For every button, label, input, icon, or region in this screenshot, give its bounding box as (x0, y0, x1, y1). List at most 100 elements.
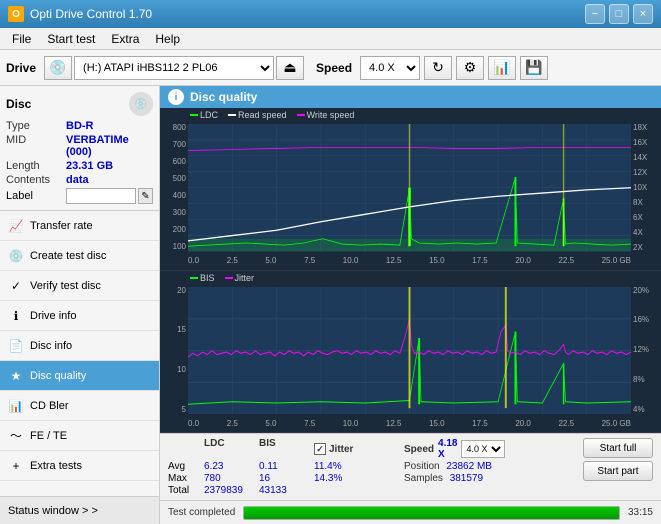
eject-button[interactable]: ⏏ (276, 56, 304, 80)
disc-quality-title: Disc quality (190, 90, 257, 104)
disc-label-input[interactable] (66, 188, 136, 204)
sidebar-item-label: Verify test disc (30, 280, 101, 292)
ldc-total: 2379839 (204, 485, 259, 496)
bis-avg: 0.11 (259, 461, 314, 472)
drive-select[interactable]: (H:) ATAPI iHBS112 2 PL06 (74, 56, 274, 80)
sidebar-item-drive-info[interactable]: ℹ Drive info (0, 301, 159, 331)
disc-label-edit-button[interactable]: ✎ (138, 188, 153, 204)
sidebar-item-cd-bler[interactable]: 📊 CD Bler (0, 391, 159, 421)
app-title: Opti Drive Control 1.70 (30, 7, 585, 21)
progress-section: Test completed 33:15 (160, 500, 661, 524)
close-button[interactable]: × (633, 4, 653, 24)
legend-bis: BIS (190, 273, 215, 283)
chart-button[interactable]: 📊 (488, 56, 516, 80)
main-layout: Disc 💿 Type BD-R MID VERBATIMe (000) Len… (0, 86, 661, 524)
chart2-y-axis-right: 20% 16% 12% 8% 4% (631, 287, 661, 415)
create-test-disc-icon: 💿 (8, 248, 24, 264)
disc-quality-header: i Disc quality (160, 86, 661, 108)
jitter-max: 14.3% (314, 473, 404, 484)
chart-ldc: LDC Read speed Write speed 800 700 600 (160, 108, 661, 271)
menu-extra[interactable]: Extra (103, 30, 147, 48)
sidebar-item-transfer-rate[interactable]: 📈 Transfer rate (0, 211, 159, 241)
sidebar-item-extra-tests[interactable]: + Extra tests (0, 451, 159, 481)
disc-title: Disc (6, 97, 31, 111)
drive-label: Drive (6, 61, 36, 75)
chart2-legend: BIS Jitter (190, 273, 254, 283)
fe-te-icon: 〜 (8, 428, 24, 444)
legend-bis-label: BIS (200, 273, 215, 283)
drive-icon-button[interactable]: 💿 (44, 56, 72, 80)
start-part-button[interactable]: Start part (583, 461, 653, 481)
samples-value: 381579 (450, 473, 483, 484)
disc-info-icon: 📄 (8, 338, 24, 354)
menu-bar: File Start test Extra Help (0, 28, 661, 50)
sidebar: Disc 💿 Type BD-R MID VERBATIMe (000) Len… (0, 86, 160, 524)
progress-status-text: Test completed (168, 507, 235, 518)
chart2-y-axis-left: 20 15 10 5 (160, 287, 188, 415)
menu-start-test[interactable]: Start test (39, 30, 103, 48)
disc-section: Disc 💿 Type BD-R MID VERBATIMe (000) Len… (0, 86, 159, 211)
sidebar-item-fe-te[interactable]: 〜 FE / TE (0, 421, 159, 451)
progress-bar-fill (244, 507, 619, 519)
start-full-button[interactable]: Start full (583, 438, 653, 458)
stats-header-jitter-check: ✓ Jitter (314, 438, 404, 460)
chart2-x-axis: 0.0 2.5 5.0 7.5 10.0 12.5 15.0 17.5 20.0… (188, 414, 631, 432)
disc-contents-label: Contents (6, 174, 66, 186)
menu-file[interactable]: File (4, 30, 39, 48)
status-window-button[interactable]: Status window > > (0, 496, 159, 524)
cd-bler-icon: 📊 (8, 398, 24, 414)
sidebar-item-label: Extra tests (30, 460, 82, 472)
chart1-svg (188, 124, 631, 252)
status-window-label: Status window > > (8, 505, 98, 517)
content-area: i Disc quality LDC Read speed (160, 86, 661, 524)
legend-ldc-label: LDC (200, 110, 218, 120)
refresh-button[interactable]: ↻ (424, 56, 452, 80)
disc-icon: 💿 (129, 92, 153, 116)
total-label: Total (168, 485, 204, 496)
speed-select[interactable]: 4.0 X (360, 56, 420, 80)
disc-mid-label: MID (6, 134, 66, 158)
settings-button[interactable]: ⚙ (456, 56, 484, 80)
bis-max: 16 (259, 473, 314, 484)
disc-quality-icon: ★ (8, 368, 24, 384)
avg-label: Avg (168, 461, 204, 472)
sidebar-item-create-test-disc[interactable]: 💿 Create test disc (0, 241, 159, 271)
legend-read-speed-label: Read speed (238, 110, 287, 120)
disc-type-row: Type BD-R (6, 120, 153, 132)
app-icon: O (8, 6, 24, 22)
sidebar-item-label: Disc info (30, 340, 72, 352)
sidebar-item-disc-info[interactable]: 📄 Disc info (0, 331, 159, 361)
legend-read-speed: Read speed (228, 110, 287, 120)
ldc-max: 780 (204, 473, 259, 484)
progress-time: 33:15 (628, 507, 653, 518)
sidebar-item-label: Transfer rate (30, 220, 93, 232)
title-bar: O Opti Drive Control 1.70 − □ × (0, 0, 661, 28)
maximize-button[interactable]: □ (609, 4, 629, 24)
jitter-checkbox[interactable]: ✓ (314, 443, 326, 455)
legend-jitter: Jitter (225, 273, 255, 283)
speed-select-stats[interactable]: 4.0 X (461, 440, 505, 458)
disc-contents-value: data (66, 174, 89, 186)
sidebar-item-label: Create test disc (30, 250, 106, 262)
transfer-rate-icon: 📈 (8, 218, 24, 234)
chart2-svg (188, 287, 631, 415)
max-label: Max (168, 473, 204, 484)
disc-length-label: Length (6, 160, 66, 172)
speed-value: 4.18 X (438, 438, 457, 460)
disc-label-row: Label ✎ (6, 188, 153, 204)
disc-type-value: BD-R (66, 120, 94, 132)
disc-quality-panel-icon: i (168, 89, 184, 105)
minimize-button[interactable]: − (585, 4, 605, 24)
disc-type-label: Type (6, 120, 66, 132)
save-button[interactable]: 💾 (520, 56, 548, 80)
speed-label: Speed (316, 61, 352, 75)
menu-help[interactable]: Help (147, 30, 188, 48)
ldc-avg: 6.23 (204, 461, 259, 472)
sidebar-item-disc-quality[interactable]: ★ Disc quality (0, 361, 159, 391)
progress-bar-container (243, 506, 620, 520)
drive-info-icon: ℹ (8, 308, 24, 324)
disc-label-key: Label (6, 190, 66, 202)
toolbar: Drive 💿 (H:) ATAPI iHBS112 2 PL06 ⏏ Spee… (0, 50, 661, 86)
sidebar-item-verify-test-disc[interactable]: ✓ Verify test disc (0, 271, 159, 301)
stats-header-speed: Speed 4.18 X 4.0 X (404, 438, 494, 460)
